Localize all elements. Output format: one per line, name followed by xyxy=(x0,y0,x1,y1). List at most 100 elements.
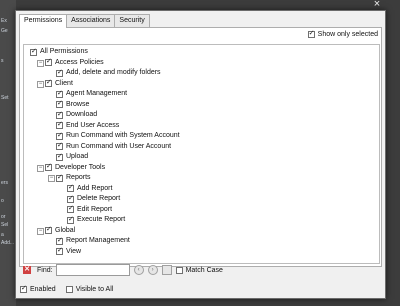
tree-item-checkbox[interactable] xyxy=(45,58,52,66)
permissions-tree[interactable]: All Permissions − Access Policies Add, dele… xyxy=(23,44,380,264)
tree-item-checkbox[interactable] xyxy=(67,184,74,192)
tree-item-checkbox[interactable] xyxy=(56,237,63,245)
tree-item-label: Client xyxy=(55,79,73,87)
background-text-fragment: Set xyxy=(1,95,9,101)
tree-item-label: Download xyxy=(66,111,98,118)
tree-item[interactable]: Add, delete and modify folders xyxy=(56,68,161,78)
tree-item[interactable]: Browse xyxy=(56,100,89,110)
find-input[interactable] xyxy=(55,264,130,276)
enabled-checkbox[interactable] xyxy=(20,285,27,293)
show-only-selected-label: Show only selected xyxy=(317,31,378,38)
tree-item-label: Report Management xyxy=(66,237,130,244)
tree-item[interactable]: Edit Report xyxy=(67,205,112,215)
show-only-selected[interactable]: Show only selected xyxy=(307,30,378,38)
tree-item-checkbox[interactable] xyxy=(56,247,63,255)
tree-item[interactable]: Run Command with System Account xyxy=(56,131,180,141)
expand-toggle-icon[interactable]: − xyxy=(37,59,44,67)
tree-item-checkbox[interactable] xyxy=(56,142,63,150)
bottom-options: Enabled Visible to All xyxy=(20,285,123,293)
tree-item[interactable]: Run Command with User Account xyxy=(56,142,171,152)
background-text-fragment: Sel xyxy=(1,222,9,228)
tree-item[interactable]: Agent Management xyxy=(56,89,127,99)
tree-item-checkbox[interactable] xyxy=(56,100,63,108)
tree-item-label: End User Access xyxy=(66,121,120,129)
tree-item[interactable]: − Client xyxy=(37,79,73,89)
tree-item-label: Upload xyxy=(66,153,89,160)
match-case-checkbox[interactable] xyxy=(175,266,183,274)
match-case[interactable]: Match Case xyxy=(175,266,223,274)
tree-item-label: Agent Management xyxy=(66,90,128,97)
tree-item-checkbox[interactable] xyxy=(56,69,63,77)
find-close-icon[interactable]: ✕ xyxy=(23,266,31,274)
tree-item[interactable]: End User Access xyxy=(56,121,119,131)
tree-item[interactable]: View xyxy=(56,247,81,257)
tree-item-label: Run Command with System Account xyxy=(66,132,180,139)
tree-item-label: Access Policies xyxy=(55,58,104,66)
tree-item-label: Browse xyxy=(66,100,90,108)
tab-security[interactable]: Security xyxy=(114,14,150,27)
tree-item[interactable]: − Access Policies xyxy=(37,58,104,68)
tree-item-checkbox[interactable] xyxy=(56,174,63,182)
tree-item-checkbox[interactable] xyxy=(56,132,63,140)
visible-to-all-option[interactable]: Visible to All xyxy=(65,286,114,293)
background-panel xyxy=(0,0,16,306)
tree-item[interactable]: Report Management xyxy=(56,236,130,246)
tree-item[interactable]: − Reports xyxy=(48,173,91,183)
tree-item-checkbox[interactable] xyxy=(30,48,37,56)
enabled-option[interactable]: Enabled xyxy=(20,285,56,293)
tree-item-checkbox[interactable] xyxy=(56,121,63,129)
close-icon[interactable]: × xyxy=(371,0,383,10)
background-text-fragment: a xyxy=(1,232,4,238)
tree-item[interactable]: Execute Report xyxy=(67,215,125,225)
tree-item-label: Delete Report xyxy=(77,195,121,202)
tree-item-label: Developer Tools xyxy=(55,163,106,171)
tree-item-checkbox[interactable] xyxy=(45,79,52,87)
tree-item[interactable]: Download xyxy=(56,110,97,120)
permissions-dialog: Permissions Associations Security Show o… xyxy=(15,10,386,299)
tree-item-checkbox[interactable] xyxy=(67,205,74,213)
tab-permissions[interactable]: Permissions xyxy=(19,14,68,28)
background-text-fragment: or xyxy=(1,214,6,220)
tree-item-checkbox[interactable] xyxy=(56,153,63,161)
tree-item[interactable]: − Developer Tools xyxy=(37,163,106,173)
tab-bar: Permissions Associations Security xyxy=(19,14,150,28)
background-text-fragment: o xyxy=(1,198,4,204)
tab-associations[interactable]: Associations xyxy=(66,14,116,27)
expand-toggle-icon[interactable]: − xyxy=(37,80,44,88)
tree-item[interactable]: − Global xyxy=(37,226,75,236)
tree-item-label: All Permissions xyxy=(40,48,88,55)
tree-item-checkbox[interactable] xyxy=(45,163,52,171)
visible-to-all-checkbox[interactable] xyxy=(65,286,73,293)
find-previous-icon[interactable]: ‹ xyxy=(133,265,144,275)
background-text-fragment: Add... xyxy=(1,240,15,246)
show-only-selected-checkbox[interactable] xyxy=(307,30,315,38)
tree-item[interactable]: Add Report xyxy=(67,184,112,194)
background-text-fragment: Ex xyxy=(1,18,7,24)
tree-item-checkbox[interactable] xyxy=(56,90,63,98)
expand-toggle-icon[interactable]: − xyxy=(48,175,55,182)
tree-item[interactable]: All Permissions xyxy=(30,47,88,57)
background-text-fragment: s xyxy=(1,58,4,64)
match-case-label: Match Case xyxy=(185,266,223,274)
find-bar: ✕ Find: ‹ › Match Case xyxy=(19,262,381,278)
highlight-icon[interactable] xyxy=(161,265,172,275)
permissions-panel: Show only selected All Permissions − Acces… xyxy=(19,27,382,267)
background-text-fragment: ers xyxy=(1,180,8,186)
expand-toggle-icon[interactable]: − xyxy=(37,227,44,235)
tree-item[interactable]: Delete Report xyxy=(67,194,120,204)
tree-item[interactable]: Upload xyxy=(56,152,88,162)
tree-item-label: Reports xyxy=(66,174,91,181)
tree-item-checkbox[interactable] xyxy=(56,111,63,119)
tree-item-label: View xyxy=(66,247,82,255)
enabled-label: Enabled xyxy=(30,286,56,293)
tree-item-checkbox[interactable] xyxy=(45,226,52,234)
visible-to-all-label: Visible to All xyxy=(75,286,114,293)
tree-item-checkbox[interactable] xyxy=(67,195,74,203)
tree-item-label: Execute Report xyxy=(77,216,126,223)
expand-toggle-icon[interactable]: − xyxy=(37,164,44,172)
find-next-icon[interactable]: › xyxy=(147,265,158,275)
tree-item-checkbox[interactable] xyxy=(67,216,74,224)
tree-item-label: Run Command with User Account xyxy=(66,142,172,150)
find-label: Find: xyxy=(37,266,53,274)
background-text-fragment: Ge xyxy=(1,28,8,34)
